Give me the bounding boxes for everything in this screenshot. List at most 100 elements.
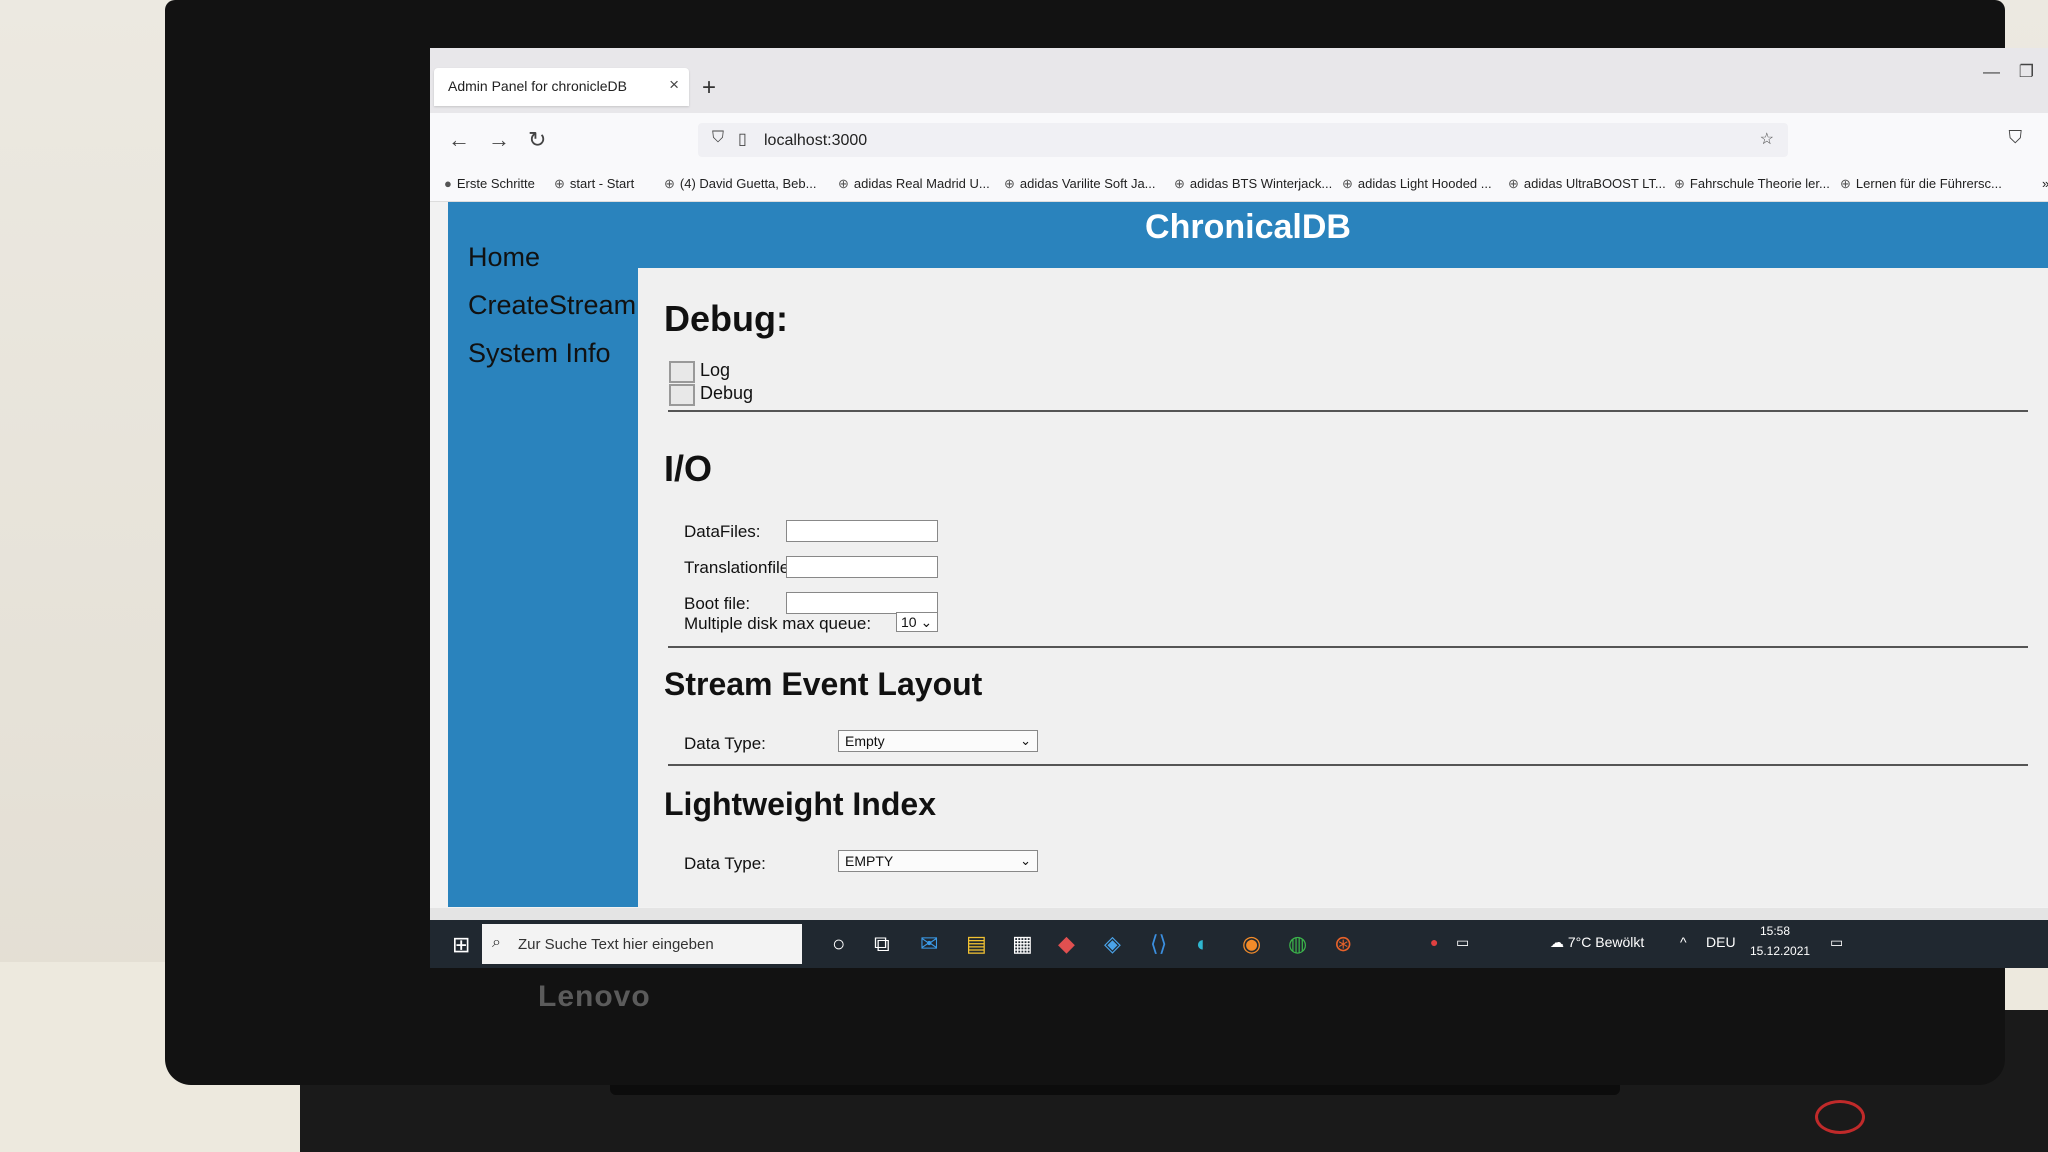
new-tab-button[interactable]: + — [702, 74, 716, 102]
ubuntu-icon[interactable]: ⊛ — [1334, 931, 1352, 957]
stream-event-layout-heading: Stream Event Layout — [664, 666, 983, 702]
index-data-type-select[interactable]: EMPTY ⌄ — [838, 850, 1038, 872]
nav-link-home[interactable]: Home — [468, 242, 540, 273]
io-heading: I/O — [664, 448, 713, 489]
log-checkbox[interactable] — [669, 361, 695, 383]
page-icon: ▯ — [738, 131, 747, 148]
bookmark-item[interactable]: ⊕ (4) David Guetta, Beb... — [664, 176, 816, 192]
bookmark-item[interactable]: ⊕ start - Start — [554, 176, 634, 192]
bookmark-item[interactable]: ⊕ Fahrschule Theorie ler... — [1674, 176, 1830, 192]
log-checkbox-label: Log — [700, 360, 731, 380]
globe-icon: ⊕ — [554, 176, 565, 191]
laptop-bezel: Lenovo Admin Panel for chronicleDB × + —… — [165, 0, 2048, 1085]
clock-time[interactable]: 15:58 — [1760, 924, 1790, 938]
bookmarks-bar: ● Erste Schritte ⊕ start - Start ⊕ (4) Davi… — [430, 165, 2048, 202]
globe-icon: ⊕ — [1004, 176, 1015, 191]
power-icon — [1815, 1100, 1865, 1134]
back-icon[interactable]: ← — [448, 127, 470, 153]
data-type-label: Data Type: — [684, 734, 766, 753]
language-indicator[interactable]: DEU — [1706, 934, 1736, 950]
minimize-icon[interactable]: — — [1983, 62, 2000, 82]
restore-icon[interactable]: ❐ — [2019, 62, 2034, 82]
bookmark-item[interactable]: ⊕ adidas Light Hooded ... — [1342, 176, 1492, 192]
boot-file-input[interactable] — [786, 592, 938, 614]
bookmark-item[interactable]: ⊕ Lernen für die Führersc... — [1840, 176, 2002, 192]
globe-icon: ⊕ — [664, 176, 675, 191]
debug-checkbox[interactable] — [669, 384, 695, 406]
bookmark-item[interactable]: ⊕ adidas Real Madrid U... — [838, 176, 990, 192]
disk-queue-label: Multiple disk max queue: — [684, 614, 872, 633]
app-title: ChronicalDB — [1145, 208, 1351, 246]
translationfiles-input[interactable] — [786, 556, 938, 578]
task-view-icon[interactable]: ⧉ — [874, 931, 890, 957]
globe-icon: ⊕ — [838, 176, 849, 191]
star-icon[interactable]: ☆ — [1760, 129, 1774, 149]
chevron-down-icon: ⌄ — [1020, 853, 1031, 868]
app-page: ChronicalDB Home CreateStream System Inf… — [448, 202, 2048, 907]
cloud-icon: ☁ — [1550, 934, 1564, 950]
data-type-label: Data Type: — [684, 854, 766, 873]
vscode-icon[interactable]: ⟨⟩ — [1150, 931, 1167, 957]
bookmark-item[interactable]: ⊕ adidas BTS Winterjack... — [1174, 176, 1332, 192]
globe-icon: ⊕ — [1840, 176, 1851, 191]
section-divider — [668, 646, 2028, 648]
store-icon[interactable]: ▦ — [1012, 931, 1033, 957]
antivirus-icon[interactable]: ● — [1430, 934, 1438, 950]
reload-icon[interactable]: ↻ — [528, 127, 546, 153]
tab-title: Admin Panel for chronicleDB — [448, 78, 627, 94]
chevron-down-icon: ⌄ — [1020, 733, 1031, 748]
forward-icon[interactable]: → — [488, 127, 510, 153]
datafiles-input[interactable] — [786, 520, 938, 542]
close-tab-icon[interactable]: × — [669, 75, 679, 95]
cortana-icon[interactable]: ○ — [832, 931, 845, 957]
windows-taskbar: ⊞ ⌕ Zur Suche Text hier eingeben ○ ⧉ ✉ ▤… — [430, 920, 2048, 968]
lightweight-index-heading: Lightweight Index — [664, 786, 936, 822]
nav-link-system-info[interactable]: System Info — [468, 338, 611, 369]
bookmark-item[interactable]: ● Erste Schritte — [444, 176, 535, 191]
firefox-icon: ● — [444, 176, 452, 191]
weather-widget[interactable]: ☁ 7°C Bewölkt — [1550, 934, 1644, 951]
nav-link-createstream[interactable]: CreateStream — [468, 290, 636, 321]
battery-icon[interactable]: ▭ — [1456, 934, 1469, 951]
file-explorer-icon[interactable]: ▤ — [966, 931, 987, 957]
globe-icon: ⊕ — [1508, 176, 1519, 191]
disk-queue-select[interactable]: 10 ⌄ — [896, 612, 938, 632]
screen: Admin Panel for chronicleDB × + — ❐ ✕ ← … — [430, 48, 2048, 968]
search-icon: ⌕ — [492, 934, 501, 951]
section-divider — [668, 764, 2028, 766]
tab-bar: Admin Panel for chronicleDB × + — ❐ ✕ — [430, 48, 2048, 113]
stream-data-type-select[interactable]: Empty ⌄ — [838, 730, 1038, 752]
edge-icon[interactable]: ◐ — [1196, 931, 1209, 957]
mail-icon[interactable]: ✉ — [920, 931, 938, 957]
navigation-bar: ← → ↻ ⛉ ▯ localhost:3000 ☆ ⛉ ≡ — [430, 113, 2048, 165]
more-bookmarks-icon[interactable]: » — [2042, 176, 2048, 191]
debug-heading: Debug: — [664, 298, 788, 339]
windows-start-icon[interactable]: ⊞ — [452, 932, 470, 958]
settings-panel: Debug: Log Debug I/O DataFiles: Translat… — [638, 268, 2048, 907]
notification-icon[interactable]: ▭ — [1830, 934, 1843, 951]
shield-icon: ⛉ — [712, 129, 725, 146]
translationfiles-label: Translationfiles: — [684, 558, 803, 577]
debug-checkbox-label: Debug — [700, 383, 754, 403]
url-bar[interactable]: ⛉ ▯ localhost:3000 ☆ — [698, 123, 1788, 157]
boot-file-label: Boot file: — [684, 594, 751, 613]
app-icon[interactable]: ◆ — [1058, 931, 1075, 957]
bookmark-item[interactable]: ⊕ adidas Varilite Soft Ja... — [1004, 176, 1156, 192]
datafiles-label: DataFiles: — [684, 522, 761, 541]
section-divider — [668, 410, 2028, 412]
taskbar-search[interactable]: ⌕ Zur Suche Text hier eingeben — [482, 924, 802, 964]
search-placeholder: Zur Suche Text hier eingeben — [518, 936, 714, 953]
bookmark-item[interactable]: ⊕ adidas UltraBOOST LT... — [1508, 176, 1666, 192]
chrome-icon[interactable]: ◍ — [1288, 931, 1307, 957]
firefox-icon[interactable]: ◉ — [1242, 931, 1261, 957]
app-icon[interactable]: ◈ — [1104, 931, 1121, 957]
chevron-up-icon[interactable]: ^ — [1680, 934, 1687, 950]
pocket-icon[interactable]: ⛉ — [2009, 127, 2023, 148]
url-text: localhost:3000 — [764, 132, 868, 149]
brand-logo: Lenovo — [538, 980, 651, 1013]
browser-tab[interactable]: Admin Panel for chronicleDB × — [434, 68, 689, 106]
globe-icon: ⊕ — [1674, 176, 1685, 191]
clock-date[interactable]: 15.12.2021 — [1750, 944, 1810, 958]
globe-icon: ⊕ — [1342, 176, 1353, 191]
globe-icon: ⊕ — [1174, 176, 1185, 191]
